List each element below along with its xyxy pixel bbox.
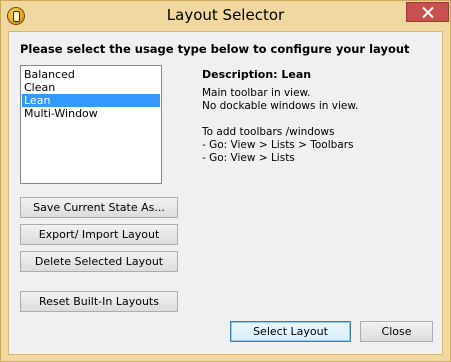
window-close-button[interactable]	[406, 2, 449, 22]
description-line: - Go: View > Lists > Toolbars	[202, 139, 354, 151]
select-layout-button[interactable]: Select Layout	[230, 321, 351, 342]
layout-selector-window: Layout Selector Please select the usage …	[0, 0, 451, 362]
delete-selected-layout-button[interactable]: Delete Selected Layout	[20, 251, 178, 272]
description-line: Main toolbar in view.	[202, 87, 311, 99]
layout-listbox[interactable]: Balanced Clean Lean Multi-Window	[20, 65, 162, 184]
description-line: No dockable windows in view.	[202, 100, 359, 112]
window-title: Layout Selector	[166, 6, 285, 24]
description-line: To add toolbars /windows	[202, 126, 335, 138]
description-title: Description: Lean	[202, 68, 312, 81]
close-button[interactable]: Close	[360, 321, 433, 342]
instruction-text: Please select the usage type below to co…	[20, 42, 410, 56]
close-icon	[422, 7, 434, 18]
layout-item-multi-window[interactable]: Multi-Window	[22, 107, 160, 120]
layout-item-balanced[interactable]: Balanced	[22, 68, 160, 81]
save-current-state-button[interactable]: Save Current State As...	[20, 197, 178, 218]
title-bar[interactable]: Layout Selector	[1, 1, 450, 31]
layout-item-lean[interactable]: Lean	[22, 94, 160, 107]
layout-item-clean[interactable]: Clean	[22, 81, 160, 94]
description-line: - Go: View > Lists	[202, 152, 295, 164]
dialog-body: Please select the usage type below to co…	[8, 31, 443, 355]
export-import-layout-button[interactable]: Export/ Import Layout	[20, 224, 178, 245]
reset-built-in-layouts-button[interactable]: Reset Built-In Layouts	[20, 291, 178, 312]
